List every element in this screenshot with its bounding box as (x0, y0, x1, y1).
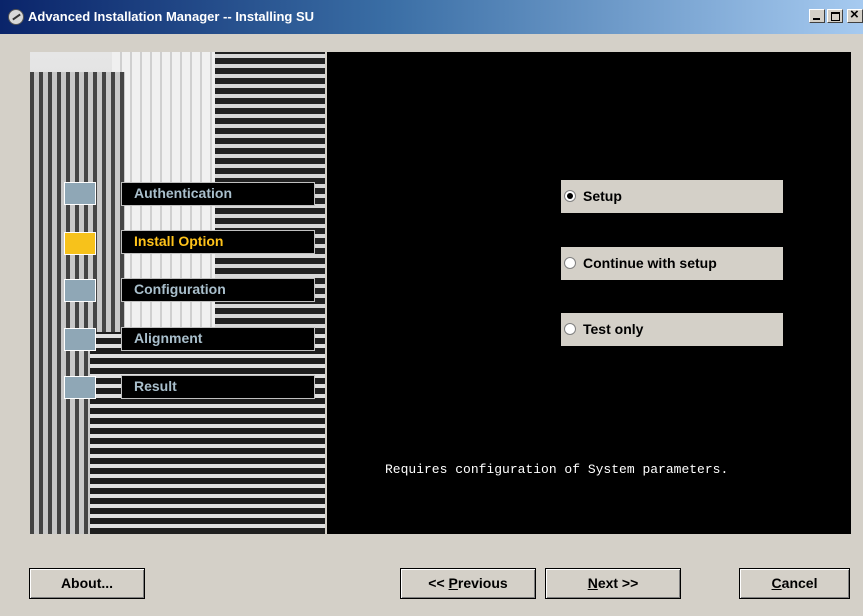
step-label-configuration: Configuration (121, 278, 315, 302)
options-panel: Setup Continue with setup Test only Requ… (327, 52, 851, 534)
step-indicator-install-option (64, 232, 96, 255)
cancel-button[interactable]: Cancel (739, 568, 850, 599)
next-mnemonic: N (587, 575, 598, 591)
option-test-only[interactable]: Test only (561, 313, 783, 346)
about-button[interactable]: About... (29, 568, 145, 599)
step-indicator-configuration (64, 279, 96, 302)
step-label-result: Result (121, 375, 315, 399)
option-label-continue-with-setup: Continue with setup (583, 255, 717, 271)
option-description: Requires configuration of System paramet… (385, 462, 729, 477)
about-label: About... (60, 575, 114, 591)
option-label-test-only: Test only (583, 321, 644, 337)
minimize-button[interactable] (809, 9, 825, 23)
previous-prefix: << (428, 575, 449, 591)
cancel-rest: ancel (781, 575, 818, 591)
window-title: Advanced Installation Manager -- Install… (28, 9, 315, 24)
step-label-alignment: Alignment (121, 327, 315, 351)
radio-continue-with-setup[interactable] (564, 257, 576, 269)
installer-window: Advanced Installation Manager -- Install… (0, 0, 863, 616)
option-setup[interactable]: Setup (561, 180, 783, 213)
step-label-install-option: Install Option (121, 230, 315, 254)
previous-mnemonic: P (448, 575, 458, 591)
step-indicator-authentication (64, 182, 96, 205)
previous-rest: revious (457, 575, 508, 591)
option-label-setup: Setup (583, 188, 622, 204)
step-label-authentication: Authentication (121, 182, 315, 206)
building-image: Authentication Install Option Configurat… (30, 52, 325, 534)
option-continue-with-setup[interactable]: Continue with setup (561, 247, 783, 280)
radio-test-only[interactable] (564, 323, 576, 335)
step-indicator-result (64, 376, 96, 399)
step-indicator-alignment (64, 328, 96, 351)
cancel-mnemonic: C (771, 575, 782, 591)
close-button[interactable] (847, 6, 863, 23)
app-icon[interactable] (8, 9, 24, 25)
maximize-button[interactable] (827, 9, 843, 23)
previous-button[interactable]: << Previous (400, 568, 536, 599)
title-bar[interactable]: Advanced Installation Manager -- Install… (0, 0, 863, 34)
building-foreground (90, 332, 325, 534)
next-button[interactable]: Next >> (545, 568, 681, 599)
radio-setup[interactable] (564, 190, 576, 202)
next-rest: ext >> (597, 575, 639, 591)
